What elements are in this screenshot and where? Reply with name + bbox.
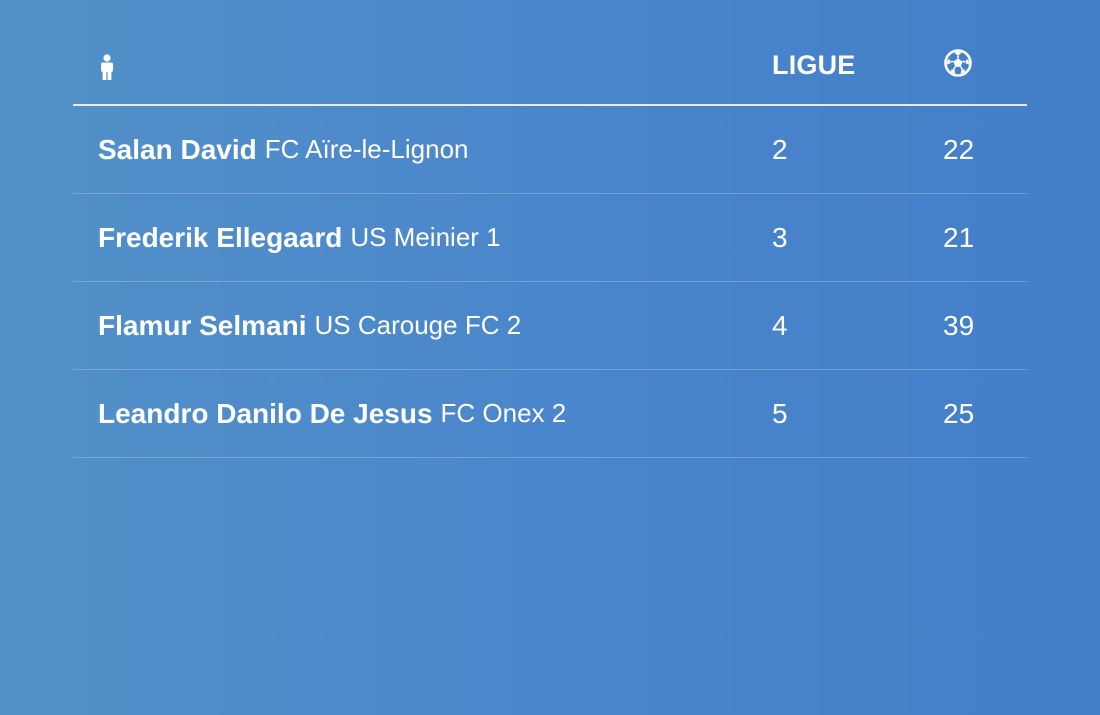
club-name: FC Onex 2	[440, 398, 567, 428]
club-name: FC Aïre-le-Lignon	[264, 134, 469, 164]
goals-cell: 21	[943, 221, 975, 253]
goals-cell: 25	[943, 397, 975, 429]
player-name: Leandro Danilo De Jesus	[98, 397, 433, 429]
player-cell: Frederik Ellegaard US Meinier 1	[73, 222, 747, 254]
player-cell: Leandro Danilo De Jesus FC Onex 2	[73, 398, 747, 430]
player-name: Salan David	[98, 133, 257, 165]
table-header: LIGUE	[73, 26, 1027, 106]
table-row: Salan David FC Aïre-le-Lignon 2 22	[73, 106, 1027, 194]
league-column-header: LIGUE	[772, 49, 856, 80]
goals-cell: 39	[943, 309, 975, 341]
player-cell: Flamur Selmani US Carouge FC 2	[73, 310, 747, 342]
table-row: Flamur Selmani US Carouge FC 2 4 39	[73, 282, 1027, 370]
player-column-header	[73, 50, 747, 80]
league-cell: 3	[772, 221, 788, 253]
scorers-table: LIGUE Salan David FC Aïre-le-Lignon 2 22…	[73, 26, 1027, 458]
club-name: US Meinier 1	[350, 222, 501, 252]
player-name: Flamur Selmani	[98, 309, 307, 341]
player-cell: Salan David FC Aïre-le-Lignon	[73, 134, 747, 166]
goals-column-header	[918, 48, 1027, 83]
soccer-ball-icon	[943, 48, 973, 78]
club-name: US Carouge FC 2	[314, 310, 522, 340]
table-row: Leandro Danilo De Jesus FC Onex 2 5 25	[73, 370, 1027, 458]
table-row: Frederik Ellegaard US Meinier 1 3 21	[73, 194, 1027, 282]
player-name: Frederik Ellegaard	[98, 221, 343, 253]
league-cell: 4	[772, 309, 788, 341]
person-icon	[98, 54, 116, 80]
league-cell: 5	[772, 397, 788, 429]
league-cell: 2	[772, 133, 788, 165]
goals-cell: 22	[943, 133, 975, 165]
